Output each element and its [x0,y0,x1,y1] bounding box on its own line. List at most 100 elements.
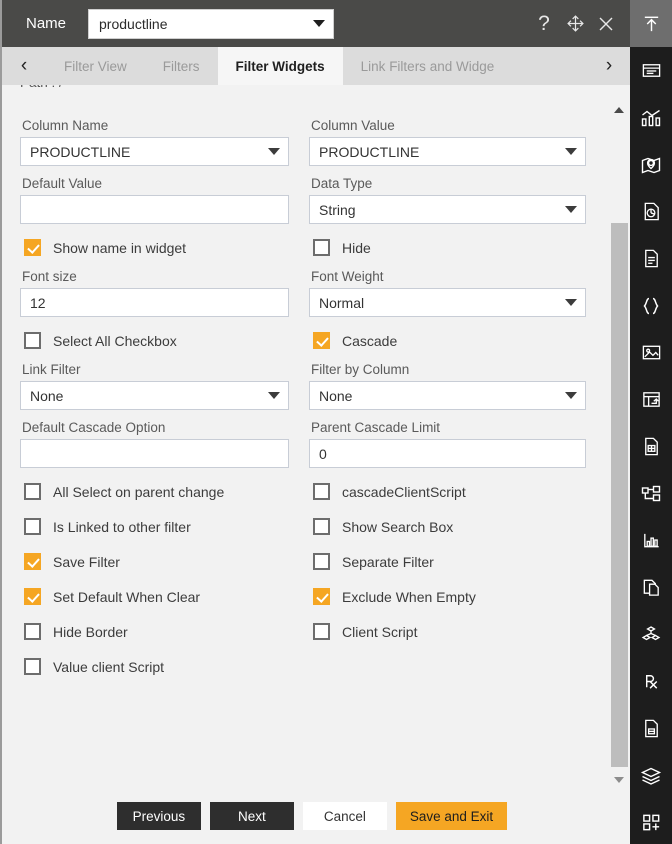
layers-icon[interactable] [630,752,672,799]
dialog-footer: Previous Next Cancel Save and Exit [2,788,630,844]
form-cell: Link Filter None [20,352,303,410]
default-value-input[interactable] [20,195,289,224]
pivot-table-icon[interactable] [630,376,672,423]
default-value-label: Default Value [22,176,103,191]
form-cell: All Select on parent change [20,468,303,503]
checkbox-box[interactable] [313,332,330,349]
chevron-down-icon [565,392,577,399]
checkbox-box[interactable] [313,553,330,570]
scroll-up-arrow-icon[interactable] [608,102,630,118]
bar-chart-icon[interactable] [630,94,672,141]
form-cell: Hide [303,224,586,259]
separate-filter-checkbox[interactable]: Separate Filter [313,553,586,570]
checkbox-box[interactable] [313,518,330,535]
checkbox-box[interactable] [313,483,330,500]
cubes-icon[interactable] [630,611,672,658]
show-name-in-widget-checkbox[interactable]: Show name in widget [24,239,289,256]
form-scrollbar[interactable] [608,102,630,788]
font-size-input[interactable]: 12 [20,288,289,317]
chevron-down-icon [565,206,577,213]
checkbox-box[interactable] [24,588,41,605]
save-and-exit-button[interactable]: Save and Exit [395,802,508,830]
move-arrows-icon[interactable] [565,14,585,34]
checkbox-box[interactable] [24,658,41,675]
checkbox-box[interactable] [24,518,41,535]
checkbox-box[interactable] [24,623,41,640]
form-cell: Column Value PRODUCTLINE [303,108,586,166]
cancel-button[interactable]: Cancel [302,802,387,830]
widget-card-icon[interactable] [630,47,672,94]
save-document-icon[interactable] [630,705,672,752]
form-row: Default Cascade Option Parent Cascade Li… [20,410,586,468]
link-filter-select[interactable]: None [20,381,289,410]
scroll-down-arrow-icon[interactable] [608,772,630,788]
close-icon[interactable] [596,14,616,34]
column-value-select[interactable]: PRODUCTLINE [309,137,586,166]
font-weight-select[interactable]: Normal [309,288,586,317]
form-cell: Separate Filter [303,538,586,573]
previous-button[interactable]: Previous [116,802,201,830]
checkbox-label: Show name in widget [53,239,187,256]
tab-filter-view[interactable]: Filter View [46,47,145,85]
checkbox-box[interactable] [313,239,330,256]
code-braces-icon[interactable] [630,282,672,329]
tabs-scroll-right-button[interactable]: › [588,47,630,85]
form-cell: Data Type String [303,166,586,224]
hide-checkbox[interactable]: Hide [313,239,586,256]
scrollbar-track[interactable] [608,118,630,772]
filter-widget-form: Column Name PRODUCTLINE Column Value PRO… [2,102,608,788]
pie-chart-document-icon[interactable] [630,188,672,235]
column-name-select[interactable]: PRODUCTLINE [20,137,289,166]
exclude-when-empty-checkbox[interactable]: Exclude When Empty [313,588,586,605]
save-filter-checkbox[interactable]: Save Filter [24,553,289,570]
form-cell: Hide Border [20,608,303,643]
right-toolbar [630,0,672,844]
font-size-label: Font size [22,269,77,284]
tabs-scroll-left-button[interactable]: ‹ [2,47,46,85]
form-cell [303,643,586,678]
tab-filter-widgets[interactable]: Filter Widgets [217,47,343,85]
column-chart-icon[interactable] [630,517,672,564]
cascade-client-script-checkbox[interactable]: cascadeClientScript [313,483,586,500]
tab-link-filters-and-widge[interactable]: Link Filters and Widge [342,47,513,85]
value-client-script-checkbox[interactable]: Value client Script [24,658,289,675]
name-dropdown[interactable]: productline [88,8,335,39]
filter-widgets-dialog: Name productline ? ‹ Filter View Filters… [0,0,630,844]
is-linked-to-other-filter-checkbox[interactable]: Is Linked to other filter [24,518,289,535]
checkbox-box[interactable] [313,588,330,605]
grid-document-icon[interactable] [630,423,672,470]
checkbox-box[interactable] [24,483,41,500]
text-document-icon[interactable] [630,235,672,282]
form-cell: Font size 12 [20,259,303,317]
filter-by-column-select[interactable]: None [309,381,586,410]
form-row: All Select on parent change cascadeClien… [20,468,586,503]
checkbox-box[interactable] [313,623,330,640]
help-icon[interactable]: ? [534,13,554,34]
form-row: Select All Checkbox Cascade [20,317,586,352]
scrollbar-thumb[interactable] [611,223,628,767]
map-pin-icon[interactable] [630,141,672,188]
set-default-when-clear-checkbox[interactable]: Set Default When Clear [24,588,289,605]
all-select-on-parent-change-checkbox[interactable]: All Select on parent change [24,483,289,500]
show-search-box-checkbox[interactable]: Show Search Box [313,518,586,535]
data-type-select[interactable]: String [309,195,586,224]
checkbox-box[interactable] [24,239,41,256]
checkbox-box[interactable] [24,332,41,349]
hide-border-checkbox[interactable]: Hide Border [24,623,289,640]
default-cascade-option-input[interactable] [20,439,289,468]
next-button[interactable]: Next [209,802,294,830]
client-script-checkbox[interactable]: Client Script [313,623,586,640]
checkbox-box[interactable] [24,553,41,570]
prescription-rx-icon[interactable] [630,658,672,705]
copy-document-icon[interactable] [630,564,672,611]
select-all-checkbox-checkbox[interactable]: Select All Checkbox [24,332,289,349]
cascade-checkbox[interactable]: Cascade [313,332,586,349]
parent-cascade-limit-input[interactable]: 0 [309,439,586,468]
chevron-down-icon [268,148,280,155]
tab-filters[interactable]: Filters [144,47,218,85]
font-weight-label: Font Weight [311,269,384,284]
image-icon[interactable] [630,329,672,376]
upload-arrow-up-icon[interactable] [630,0,672,47]
add-tile-icon[interactable] [630,799,672,844]
tree-hierarchy-icon[interactable] [630,470,672,517]
